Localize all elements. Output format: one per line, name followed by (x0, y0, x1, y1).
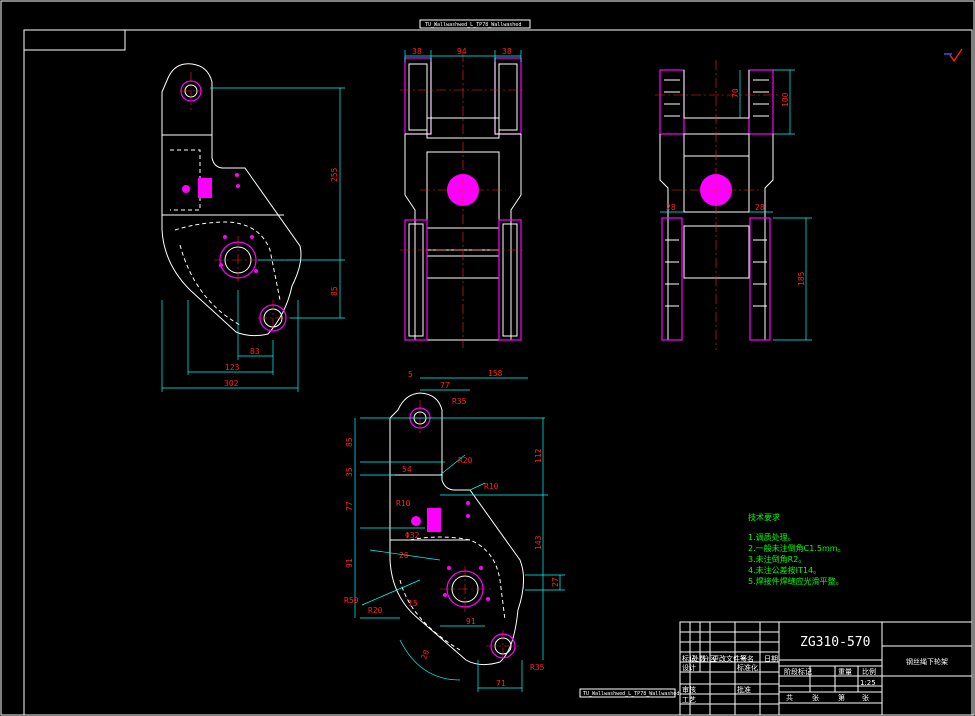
dim-35: 35 (345, 467, 354, 477)
note-line-1: 1.调质处理。 (748, 532, 796, 542)
dim-158: 158 (488, 369, 503, 378)
dim-27: 27 (551, 577, 560, 587)
front-view-dims: 38 94 38 (412, 47, 512, 56)
tb-cell: 重量 (838, 668, 852, 676)
dim-123: 123 (225, 363, 240, 372)
dim-85: 85 (345, 437, 354, 447)
dim-54: 54 (402, 465, 412, 474)
tb-cell: 比例 (862, 667, 876, 676)
bottom-tag: TU_Wallwashwed_L_TP78_Wallwashed (583, 691, 679, 697)
dim-r20-left: R20 (368, 606, 383, 615)
dim-r10-right: R10 (484, 482, 499, 491)
dim-38-left: 38 (412, 47, 422, 56)
tb-cell: 标准化 (737, 663, 758, 672)
dim-r50: R50 (344, 596, 359, 605)
tb-cell: 设计 (682, 663, 696, 672)
corner-box (23, 29, 126, 51)
tb-cell: 张 (812, 693, 819, 702)
note-line-3: 3.未注倒角R2。 (748, 554, 806, 564)
dim-phi32: Φ32 (405, 531, 420, 540)
tb-cell: 第 (838, 693, 845, 702)
dim-38-right: 38 (502, 47, 512, 56)
note-line-5: 5.焊接件焊缝应光滑平整。 (748, 576, 844, 586)
dim-71: 71 (496, 679, 506, 688)
tb-cell: 阶段标记 (784, 667, 812, 676)
dim-5: 5 (408, 370, 413, 379)
technical-notes: 技术要求 1.调质处理。 2.一般未注倒角C1.5mm。 3.未注倒角R2。 4… (748, 512, 846, 586)
dim-94: 94 (457, 47, 467, 56)
dim-77-top: 77 (440, 381, 450, 390)
part-name: 钢丝绳下轮架 (906, 657, 948, 666)
top-tag: TU_Wallwashwed_L_TP78_Wallwashed (425, 22, 521, 28)
tb-cell: 审核 (682, 685, 696, 694)
dim-77-left: 77 (345, 501, 354, 511)
dim-83: 83 (250, 347, 260, 356)
dim-r20-top: R20 (458, 456, 473, 465)
notes-title: 技术要求 (748, 512, 780, 522)
dim-r10-left: R10 (396, 499, 411, 508)
dim-143: 143 (534, 535, 543, 550)
outer-frame (0, 0, 975, 716)
ucs-icon (944, 48, 963, 63)
tb-cell: 签名 (740, 654, 754, 663)
dim-185: 185 (797, 271, 806, 286)
dim-91-left: 91 (345, 558, 354, 568)
detail-view-dims: 5 77 158 R35 85 112 35 R20 54 R10 R10 77… (344, 369, 560, 688)
dim-302: 302 (224, 379, 239, 388)
dim-112: 112 (534, 448, 543, 463)
dim-85: 85 (330, 286, 339, 296)
tb-cell: 批准 (737, 685, 751, 694)
note-line-4: 4.未注公差按IT14。 (748, 565, 821, 575)
dim-26: 26 (399, 551, 409, 560)
dim-28-right: 28 (755, 203, 765, 212)
tb-cell: 张 (862, 693, 869, 702)
dim-70: 70 (731, 88, 740, 98)
note-line-2: 2.一般未注倒角C1.5mm。 (748, 543, 846, 553)
scale-value: 1:25 (860, 679, 876, 687)
dim-255: 255 (330, 167, 339, 182)
tb-cell: 日期 (764, 655, 778, 663)
front-view (400, 50, 526, 348)
dim-100: 100 (781, 92, 790, 107)
dim-28-left: 28 (666, 203, 676, 212)
title-block: ZG310-570 钢丝绳下轮架 1:25 (679, 621, 973, 716)
cad-drawing-canvas[interactable]: TU_Wallwashwed_L_TP78_Wallwashed 255 85 … (0, 0, 975, 716)
tb-cell: 工艺 (682, 696, 696, 704)
dim-91-bottom: 91 (466, 617, 476, 626)
dim-20: 20 (419, 648, 431, 660)
drawing-number: ZG310-570 (800, 635, 870, 650)
side-view (161, 63, 345, 392)
dim-r35-top: R35 (452, 397, 467, 406)
dim-r35-bottom: R35 (530, 663, 545, 672)
detail-view (354, 377, 565, 692)
dim-15: 15 (408, 599, 418, 608)
tb-cell: 共 (786, 693, 793, 702)
